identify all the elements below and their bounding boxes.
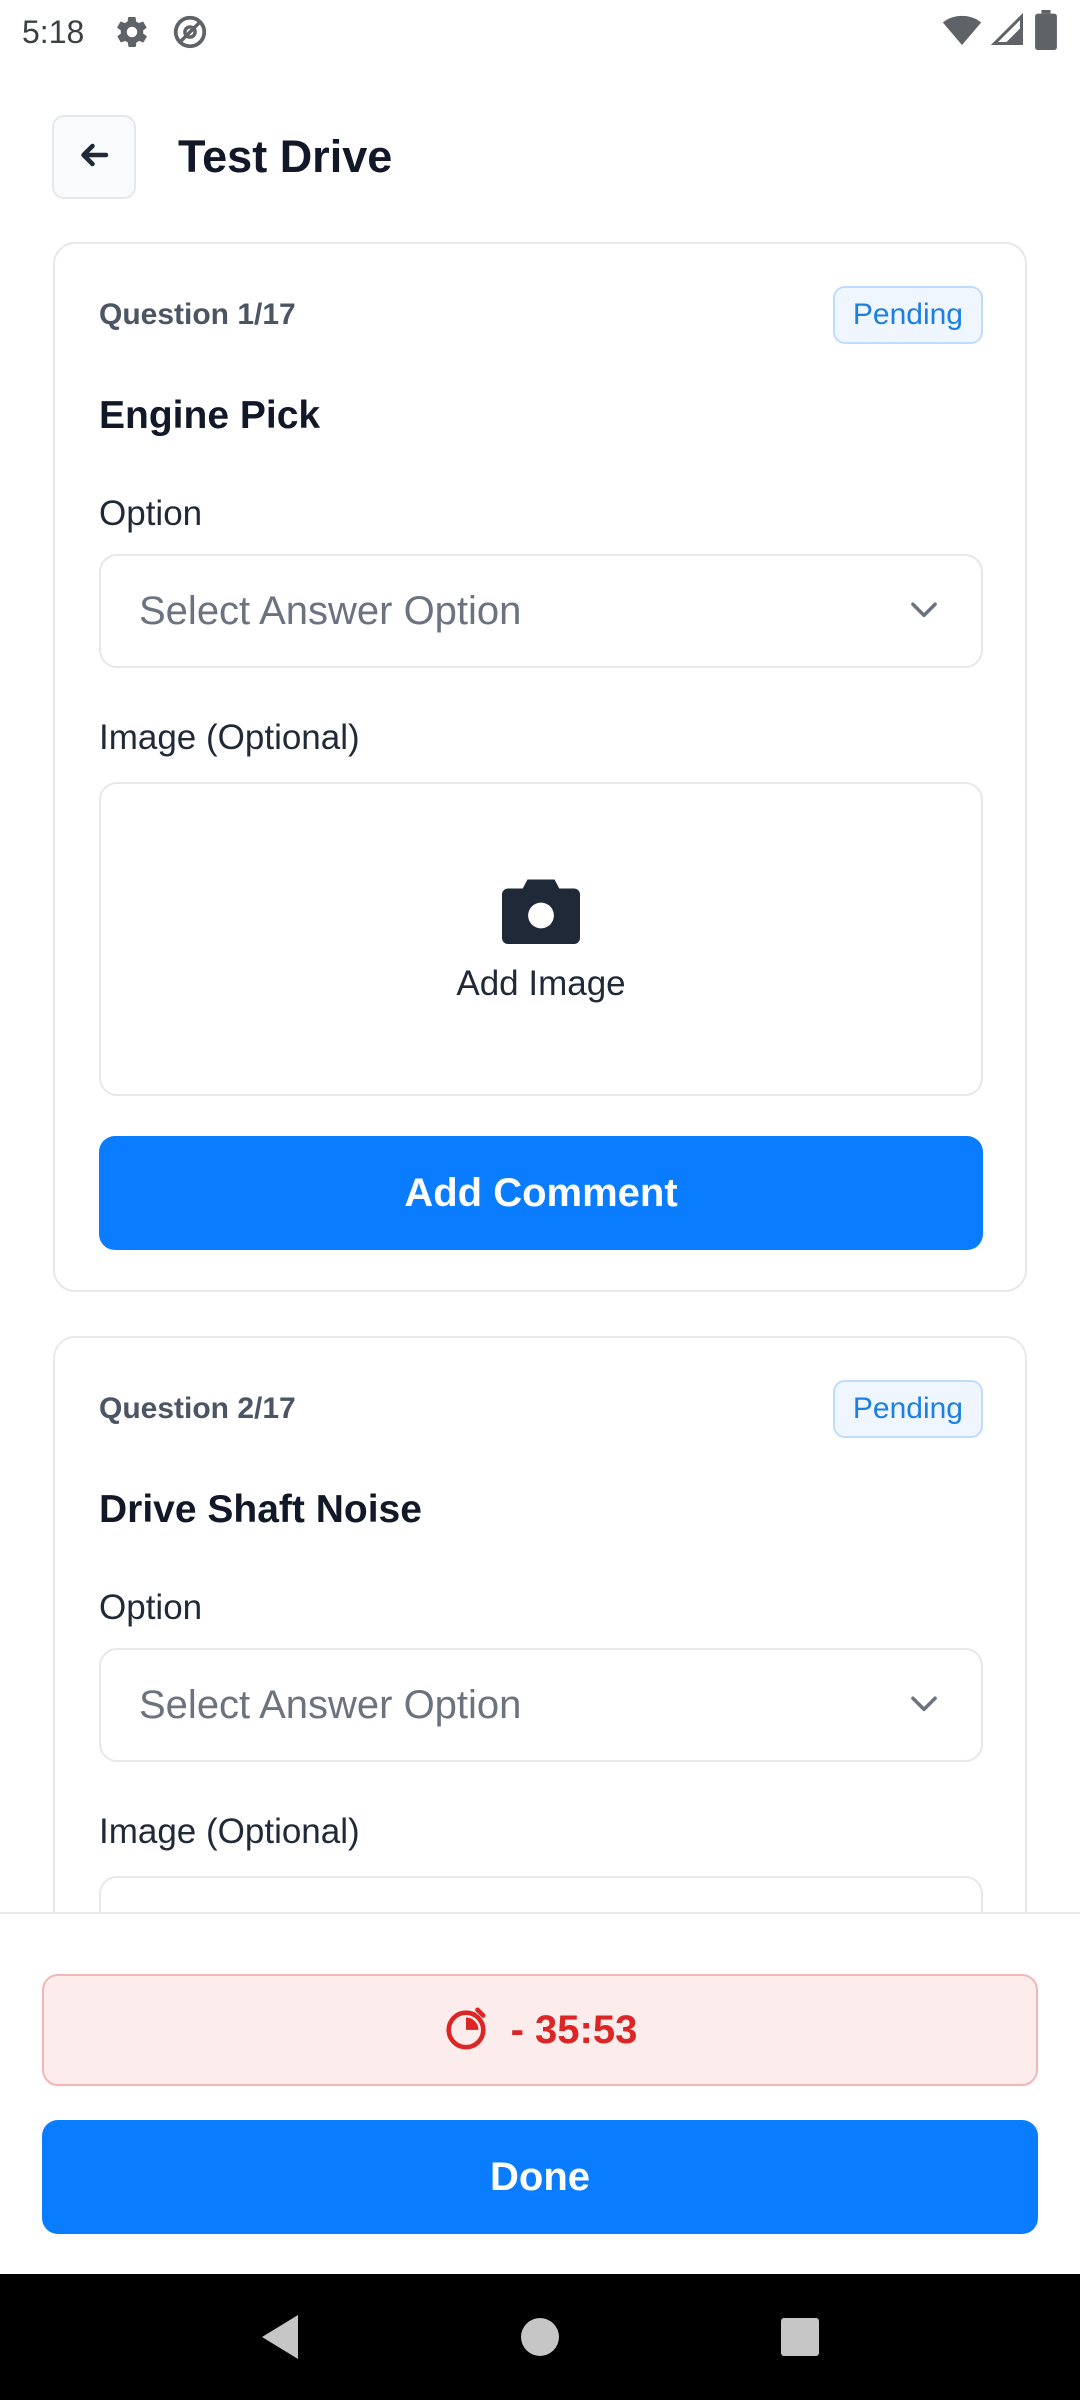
gear-icon [112,12,152,52]
option-label: Option [99,1588,203,1627]
answer-option-select[interactable]: Select Answer Option [99,554,983,668]
image-label: Image (Optional) [99,718,360,757]
page-title: Test Drive [178,131,393,182]
questions-list[interactable]: Question 1/17 Pending Engine Pick Option… [0,240,1080,1912]
question-card: Question 1/17 Pending Engine Pick Option… [53,242,1027,1292]
recents-nav-icon[interactable] [770,2307,830,2367]
system-nav-bar [0,2274,1080,2400]
status-badge: Pending [832,1380,983,1438]
countdown-timer: - 35:53 [42,1974,1038,2086]
chevron-down-icon [905,1684,943,1727]
camera-icon [499,875,583,952]
add-image-button[interactable]: Add Image [99,782,983,1096]
status-time: 5:18 [22,13,85,50]
question-title: Drive Shaft Noise [99,1488,422,1531]
add-comment-button[interactable]: Add Comment [99,1136,983,1250]
header: Test Drive [52,114,392,200]
signal-icon [990,12,1026,53]
option-label: Option [99,494,203,533]
back-button[interactable] [52,115,136,199]
wifi-icon [942,10,982,55]
add-image-button[interactable] [99,1876,983,1912]
home-nav-icon[interactable] [510,2307,570,2367]
question-title: Engine Pick [99,394,321,437]
status-badge: Pending [832,286,983,344]
battery-icon [1034,10,1058,55]
timer-text: - 35:53 [510,2007,638,2052]
timer-icon [443,2005,489,2056]
done-button[interactable]: Done [42,2120,1038,2234]
chevron-down-icon [905,590,943,633]
select-placeholder: Select Answer Option [139,588,522,633]
arrow-left-icon [76,137,112,178]
image-label: Image (Optional) [99,1812,360,1851]
answer-option-select[interactable]: Select Answer Option [99,1648,983,1762]
question-number: Question 1/17 [99,298,296,331]
question-card: Question 2/17 Pending Drive Shaft Noise … [53,1336,1027,1912]
add-image-label: Add Image [456,963,626,1003]
status-bar: 5:18 [0,0,1080,64]
select-placeholder: Select Answer Option [139,1682,522,1727]
at-sign-icon [170,12,210,52]
back-nav-icon[interactable] [250,2307,310,2367]
question-number: Question 2/17 [99,1392,296,1425]
bottom-panel: - 35:53 Done [0,1912,1080,2274]
